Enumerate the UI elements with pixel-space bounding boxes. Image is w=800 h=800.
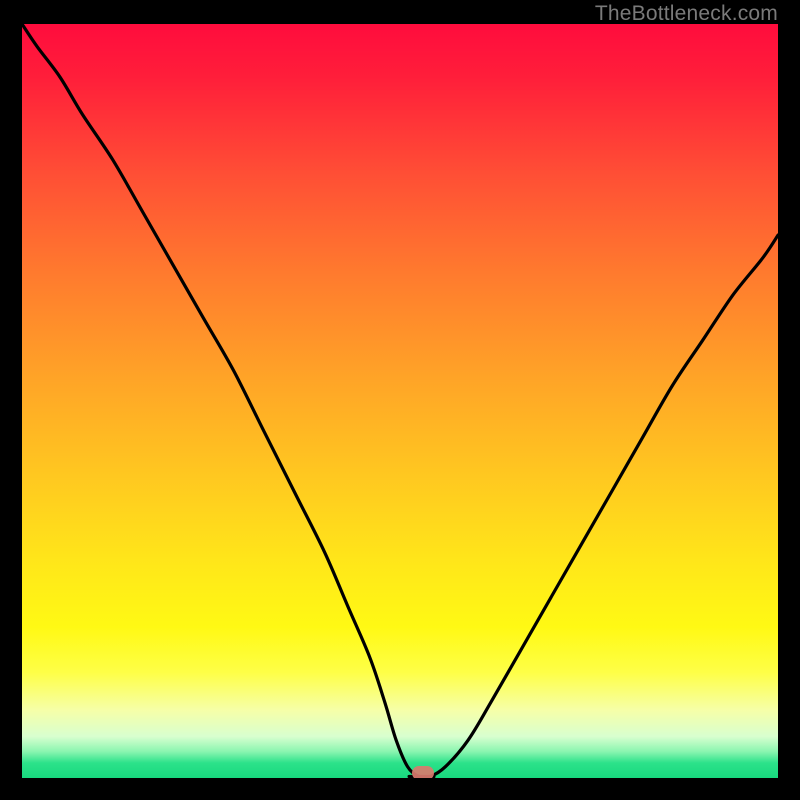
plot-area	[22, 24, 778, 778]
attribution-text: TheBottleneck.com	[595, 2, 778, 26]
curve-path	[22, 24, 778, 778]
optimal-point-marker	[412, 766, 434, 778]
bottleneck-curve	[22, 24, 778, 778]
chart-frame: TheBottleneck.com	[0, 0, 800, 800]
